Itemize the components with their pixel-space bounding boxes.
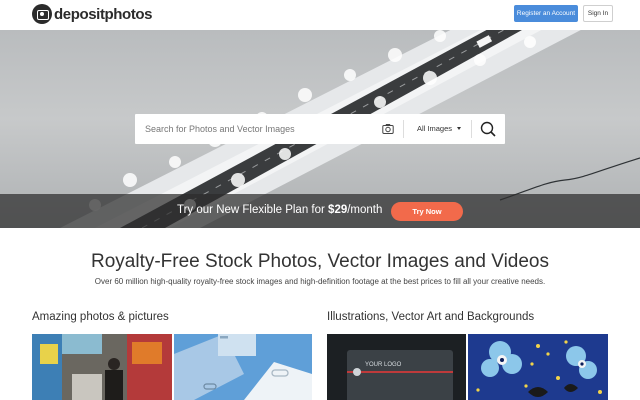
promo-text-prefix: Try our New Flexible Plan for xyxy=(177,204,329,216)
promo-bar: Try our New Flexible Plan for $29/month … xyxy=(0,194,640,228)
search-bar: All Images xyxy=(135,114,505,144)
photo-thumbnail-notes[interactable] xyxy=(174,334,312,400)
search-divider xyxy=(403,120,404,138)
dropdown-selected: All Images xyxy=(417,124,453,133)
search-input[interactable] xyxy=(135,114,375,144)
chevron-down-icon xyxy=(457,127,462,130)
vectors-section-title: Illustrations, Vector Art and Background… xyxy=(327,311,535,323)
try-now-button[interactable]: Try Now xyxy=(391,202,463,221)
hero-banner: All Images Try our New Flexible Plan for… xyxy=(0,30,640,228)
promo-text-suffix: /month xyxy=(347,204,383,216)
image-type-dropdown[interactable]: All Images xyxy=(417,114,462,144)
sign-in-button[interactable]: Sign In xyxy=(583,5,613,22)
vector-thumbnail-floral[interactable] xyxy=(468,334,608,400)
vector-thumbnail-business-card[interactable]: YOUR LOGO xyxy=(327,334,466,400)
street-photo-image xyxy=(32,334,172,400)
floral-pattern-image xyxy=(468,334,608,400)
camera-icon[interactable] xyxy=(382,123,394,135)
search-divider-2 xyxy=(471,120,472,138)
promo-price: $29 xyxy=(328,204,348,216)
notes-photo-image xyxy=(174,334,312,400)
logo-text: depositphotos xyxy=(54,5,153,23)
camera-logo-icon xyxy=(32,4,52,24)
photos-section-title: Amazing photos & pictures xyxy=(32,311,169,323)
register-button[interactable]: Register an Account xyxy=(514,5,578,22)
photo-thumbnail-street[interactable] xyxy=(32,334,172,400)
site-logo[interactable]: depositphotos xyxy=(32,4,153,24)
card-logo-text: YOUR LOGO xyxy=(365,362,402,368)
business-card-image: YOUR LOGO xyxy=(327,334,466,400)
page-title: Royalty-Free Stock Photos, Vector Images… xyxy=(91,251,549,272)
page-subtitle: Over 60 million high-quality royalty-fre… xyxy=(94,277,546,286)
promo-text: Try our New Flexible Plan for $29/month xyxy=(177,204,382,216)
site-header: depositphotos Register an Account Sign I… xyxy=(0,0,640,30)
search-icon[interactable] xyxy=(480,121,496,137)
